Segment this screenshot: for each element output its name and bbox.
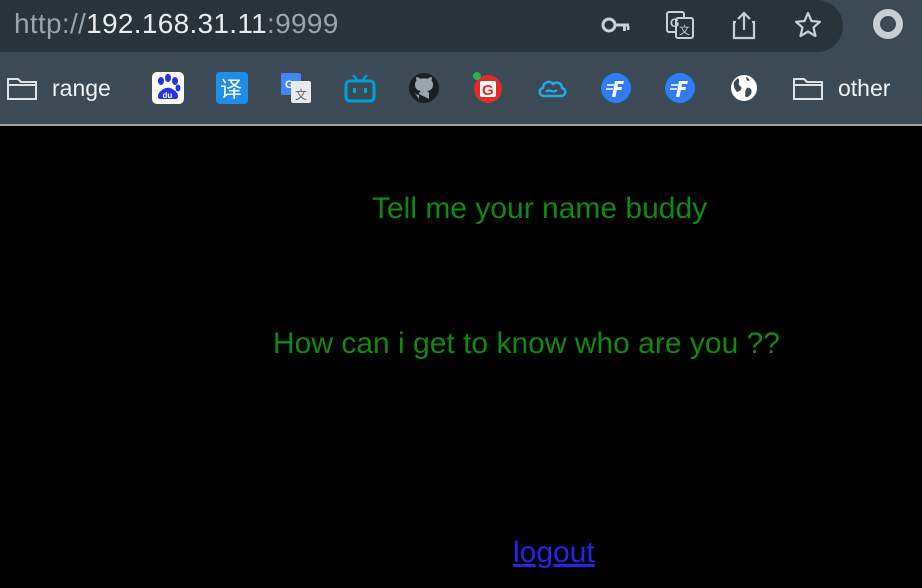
bookmark-f-blue-1[interactable] [600,62,632,114]
profile-icon[interactable] [870,6,906,42]
bookmark-google-translate[interactable]: G 文 [280,62,312,114]
bookmark-label: other [838,74,891,101]
svg-text:G: G [482,82,494,99]
folder-icon [6,72,38,104]
translate-yi-icon: 译 [216,72,248,104]
bookmark-cloud[interactable] [536,62,568,114]
key-icon[interactable] [599,8,633,42]
bookmark-translate-yi[interactable]: 译 [216,62,248,114]
g-red-icon: G [472,72,504,104]
svg-text:文: 文 [679,23,690,37]
url-host: 192.168.31.11 [86,8,268,39]
page-content: Tell me your name buddy How can i get to… [0,126,922,588]
f-blue-icon [600,72,632,104]
bookmark-bilibili[interactable] [344,62,376,114]
bookmark-baidu[interactable]: du [152,62,184,114]
globe-icon [728,72,760,104]
url-text[interactable]: http://192.168.31.11:9999 [14,6,339,42]
svg-text:译: 译 [220,78,242,103]
logout-link[interactable]: logout [513,536,595,570]
f-blue-icon [664,72,696,104]
bookmark-globe[interactable] [728,62,760,114]
github-icon [408,72,440,104]
share-icon[interactable] [727,8,761,42]
bookmarks-bar: range du 译 G 文 G other [0,62,922,114]
url-port: :9999 [267,8,339,39]
bookmark-folder-range[interactable]: range [6,62,111,114]
url-scheme: http:// [14,8,87,39]
star-icon[interactable] [791,8,825,42]
bookmark-label: range [52,74,111,101]
bookmark-f-blue-2[interactable] [664,62,696,114]
bookmark-github[interactable] [408,62,440,114]
svg-text:du: du [163,91,173,100]
translate-icon[interactable]: G 文 [663,8,697,42]
bookmark-folder-other[interactable]: other [792,62,890,114]
google-translate-icon: G 文 [280,72,312,104]
address-bar[interactable]: http://192.168.31.11:9999 G 文 [0,0,843,52]
cloud-icon [536,72,568,104]
folder-icon [792,72,824,104]
bilibili-icon [344,72,376,104]
svg-text:G: G [285,79,294,91]
browser-chrome: http://192.168.31.11:9999 G 文 range du 译… [0,0,922,125]
bookmark-g-red[interactable]: G [472,62,504,114]
prompt-line-2: How can i get to know who are you ?? [273,327,780,360]
svg-text:G: G [670,16,679,30]
svg-text:文: 文 [295,87,307,102]
baidu-icon: du [152,72,184,104]
prompt-line-1: Tell me your name buddy [372,192,708,225]
